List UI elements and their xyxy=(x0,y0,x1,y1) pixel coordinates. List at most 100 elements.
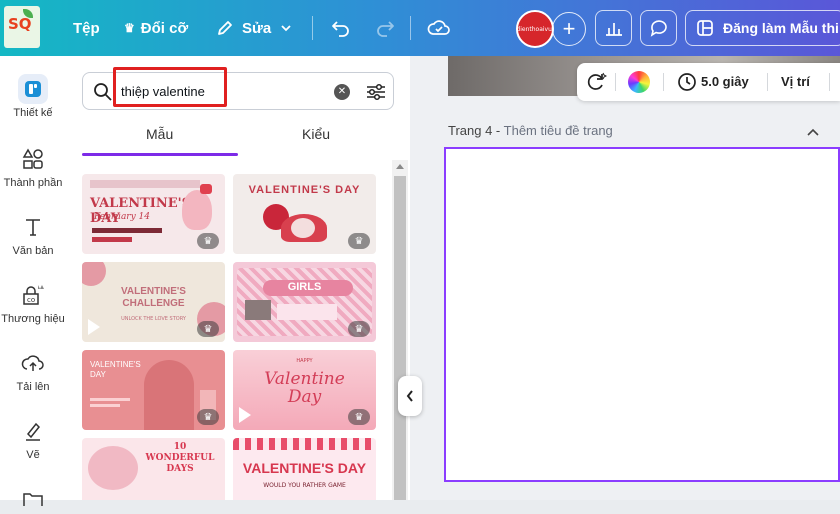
avatar-text: dienthoaivui xyxy=(516,25,554,33)
app-logo[interactable]: SQ xyxy=(4,6,40,48)
rail-label: Thiết kế xyxy=(13,107,53,119)
heart-icon xyxy=(200,184,212,194)
rail-item-text[interactable]: Văn bản xyxy=(0,212,66,257)
template-card[interactable]: VALENTINE'S DAY February 14 ♛ xyxy=(82,174,225,254)
heart-pattern xyxy=(88,446,138,490)
template-small-text: HAPPY xyxy=(296,358,313,364)
template-subtitle: February 14 xyxy=(94,212,151,222)
rail-item-design[interactable]: Thiết kế xyxy=(0,74,66,119)
premium-crown-icon: ♛ xyxy=(197,233,219,249)
template-card[interactable]: 10 WONDERFUL DAYS xyxy=(82,438,225,500)
color-picker-icon[interactable] xyxy=(628,71,650,93)
template-card[interactable]: VALENTINE'S DAY ♛ xyxy=(82,350,225,430)
template-icon xyxy=(697,20,713,36)
elements-icon xyxy=(18,144,48,174)
rail-item-draw[interactable]: Vẽ xyxy=(0,416,66,461)
panel-scrollbar-thumb[interactable] xyxy=(394,176,406,500)
template-title: 10 WONDERFUL DAYS xyxy=(145,442,215,474)
premium-crown-icon: ♛ xyxy=(348,321,370,337)
page-title-input[interactable]: Thêm tiêu đề trang xyxy=(504,123,613,138)
template-subtitle: WOULD YOU RATHER GAME xyxy=(263,482,346,489)
template-title: VALENTINE'S CHALLENGE xyxy=(121,286,186,309)
edit-menu-button[interactable]: Sửa xyxy=(216,0,293,56)
comments-button[interactable] xyxy=(640,10,677,46)
video-play-icon xyxy=(88,319,100,335)
collapse-panel-button[interactable] xyxy=(398,376,422,416)
undo-button[interactable] xyxy=(326,12,356,44)
scroll-up-arrow-icon[interactable] xyxy=(396,164,404,169)
rail-label: Vẽ xyxy=(26,449,40,461)
premium-crown-icon: ♛ xyxy=(348,409,370,425)
top-toolbar: SQ Tệp ♛ Đổi cỡ Sửa dienthoaivui + Đăng … xyxy=(0,0,840,56)
template-card[interactable]: VALENTINE'S DAY ♛ xyxy=(233,174,376,254)
template-header-bar xyxy=(90,180,200,188)
resize-button[interactable]: ♛ Đổi cỡ xyxy=(124,0,188,56)
heart-box-lid xyxy=(291,218,315,238)
position-button[interactable]: Vị trí xyxy=(781,74,810,89)
toolbar-divider xyxy=(767,73,768,91)
template-card[interactable]: HAPPY Valentine Day ♛ xyxy=(233,350,376,430)
folder-icon xyxy=(18,484,48,514)
rail-item-upload[interactable]: Tải lên xyxy=(0,348,66,393)
template-card[interactable]: VALENTINE'S CHALLENGE UNLOCK THE LOVE ST… xyxy=(82,262,225,342)
rail-label: Văn bản xyxy=(12,245,54,257)
tab-styles[interactable]: Kiểu xyxy=(302,126,330,142)
tab-templates[interactable]: Mẫu xyxy=(146,126,173,142)
cloud-check-icon xyxy=(427,20,450,35)
rail-item-brand[interactable]: co Thương hiệu xyxy=(0,280,66,325)
publish-template-label: Đăng làm Mẫu thi xyxy=(723,20,839,36)
save-status-button[interactable] xyxy=(424,12,454,44)
draw-icon xyxy=(18,416,48,446)
template-card[interactable]: GIRLS ♛ xyxy=(233,262,376,342)
photo-placeholder xyxy=(245,300,271,320)
template-card[interactable]: VALENTINE'S DAY WOULD YOU RATHER GAME xyxy=(233,438,376,500)
chevron-up-icon[interactable] xyxy=(806,127,820,137)
rail-item-more[interactable] xyxy=(0,484,66,514)
bar-chart-icon xyxy=(605,23,622,36)
side-navigation: Thiết kế Thành phần Văn bản co Thương hi… xyxy=(0,56,66,506)
file-menu-label: Tệp xyxy=(73,19,100,37)
brand-icon: co xyxy=(18,280,48,310)
premium-crown-icon: ♛ xyxy=(197,409,219,425)
redo-icon xyxy=(377,21,394,37)
template-panel: thiệp valentine ✕ Mẫu Kiểu VALENTINE'S D… xyxy=(66,56,410,500)
file-menu-button[interactable]: Tệp xyxy=(73,0,100,56)
page-header: Trang 4 - Thêm tiêu đề trang xyxy=(448,123,613,138)
panel-tabs: Mẫu Kiểu xyxy=(82,118,394,156)
toolbar-divider xyxy=(615,73,616,91)
svg-text:co: co xyxy=(27,296,35,304)
premium-crown-icon: ♛ xyxy=(348,233,370,249)
rail-label: Thành phần xyxy=(3,177,63,189)
decorative-border xyxy=(233,438,376,450)
magic-refresh-icon[interactable] xyxy=(585,71,607,93)
template-title: VALENTINE'S DAY xyxy=(90,360,141,379)
template-text-line xyxy=(92,237,132,242)
duration-button[interactable]: 5.0 giây xyxy=(701,74,749,89)
user-avatar[interactable]: dienthoaivui xyxy=(516,10,554,48)
comment-icon xyxy=(650,20,667,37)
pencil-icon xyxy=(218,21,232,35)
template-title: VALENTINE'S DAY xyxy=(242,460,367,476)
clear-search-icon[interactable]: ✕ xyxy=(334,84,350,100)
toolbar-divider xyxy=(829,73,830,91)
undo-icon xyxy=(332,21,349,37)
publish-template-button[interactable]: Đăng làm Mẫu thi xyxy=(685,10,840,46)
rose-decoration xyxy=(82,262,106,286)
arch-doorway xyxy=(144,360,194,430)
toolbar-divider xyxy=(312,16,313,40)
redo-button[interactable] xyxy=(370,12,400,44)
text-icon xyxy=(18,212,48,242)
design-page-canvas[interactable] xyxy=(444,147,840,482)
insights-button[interactable] xyxy=(595,10,632,46)
filter-icon[interactable] xyxy=(365,82,387,102)
template-text-line xyxy=(90,398,130,401)
add-collaborator-button[interactable]: + xyxy=(552,12,586,46)
rail-item-elements[interactable]: Thành phần xyxy=(0,144,66,189)
page-number-label: Trang 4 - xyxy=(448,123,501,138)
chevron-down-icon xyxy=(281,25,291,32)
template-title: Valentine Day xyxy=(264,369,345,407)
premium-crown-icon: ♛ xyxy=(197,321,219,337)
rail-label: Tải lên xyxy=(16,381,50,393)
resize-label: Đổi cỡ xyxy=(140,19,189,37)
toolbar-divider xyxy=(663,73,664,91)
